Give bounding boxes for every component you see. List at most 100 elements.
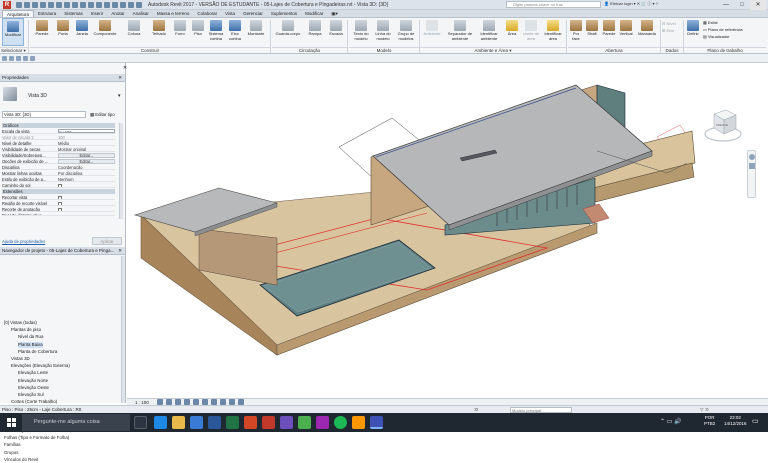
- ribbon-minimize-icon[interactable]: ▣▾: [327, 10, 342, 17]
- minimize-button[interactable]: —: [718, 0, 734, 10]
- tag-room-button[interactable]: Identificar ambiente: [476, 18, 502, 46]
- text-icon[interactable]: [88, 2, 94, 8]
- tree-item[interactable]: Planta de Cobertura: [18, 349, 57, 355]
- ref-plane-button[interactable]: ▭ Plano de referência: [703, 27, 743, 32]
- notifications-icon[interactable]: ▭: [752, 417, 759, 425]
- properties-help-link[interactable]: Ajuda de propriedades: [2, 239, 45, 244]
- app-icon[interactable]: [352, 416, 365, 429]
- excel-icon[interactable]: [226, 416, 239, 429]
- tree-item[interactable]: Vistas 3D: [11, 356, 30, 362]
- tag-area-button[interactable]: Identificar área: [541, 18, 565, 46]
- grid-button[interactable]: ⊞ Eixo: [662, 28, 674, 33]
- edit-display-options-button[interactable]: Editar...: [58, 159, 115, 164]
- floor-button[interactable]: Piso: [190, 18, 206, 46]
- select-pinned-icon[interactable]: [16, 55, 21, 61]
- app-icon[interactable]: [316, 416, 329, 429]
- start-button[interactable]: [0, 413, 22, 432]
- show-workplane-button[interactable]: ▦ Exibir: [703, 20, 718, 25]
- tree-item[interactable]: Elevação Sul: [18, 392, 44, 398]
- tree-item[interactable]: Elevação Oeste: [18, 385, 49, 391]
- clock[interactable]: 23:02 14/12/2016: [724, 415, 747, 427]
- area-button[interactable]: Área: [503, 18, 521, 46]
- system-tray-icons[interactable]: ⌃ ▭ 🔊: [660, 418, 682, 425]
- section-graficos[interactable]: Gráficos: [2, 123, 115, 129]
- set-workplane-button[interactable]: Definir: [685, 18, 701, 46]
- revit-logo-icon[interactable]: R: [3, 1, 11, 9]
- component-button[interactable]: Componente: [92, 18, 118, 46]
- spotify-icon[interactable]: [334, 416, 347, 429]
- switch-windows-icon[interactable]: [128, 2, 134, 8]
- ramp-button[interactable]: Rampa: [305, 18, 325, 46]
- language-indicator[interactable]: POR PTB2: [704, 415, 715, 427]
- edit-type-button[interactable]: ▦ Editar tipo: [90, 111, 120, 118]
- crop-visible-checkbox[interactable]: [58, 201, 62, 206]
- door-button[interactable]: Porta: [54, 18, 72, 46]
- tab-sistemas[interactable]: Sistemas: [60, 10, 87, 17]
- task-view-icon[interactable]: [134, 416, 147, 429]
- group-ambiente-area[interactable]: Ambiente e Área ▾: [420, 47, 566, 53]
- open-icon[interactable]: [16, 2, 22, 8]
- tree-item[interactable]: [0] Vistas (todas): [4, 320, 37, 326]
- select-dropdown[interactable]: Selecionar ▾: [0, 47, 28, 53]
- shaft-button[interactable]: Shaft: [584, 18, 600, 46]
- cortana-search[interactable]: Pergunte-me alguma coisa: [22, 414, 130, 431]
- measure-icon[interactable]: [64, 2, 70, 8]
- revit-taskbar-icon[interactable]: [370, 416, 383, 429]
- close-hidden-icon[interactable]: [120, 2, 126, 8]
- maximize-button[interactable]: □: [734, 0, 750, 10]
- prop-value[interactable]: Coordenação: [58, 165, 115, 169]
- mullion-button[interactable]: Montante: [245, 18, 267, 46]
- tree-item[interactable]: Nível da Rua: [18, 334, 43, 340]
- edge-browser-icon[interactable]: [154, 416, 167, 429]
- wall-button[interactable]: Parede: [32, 18, 52, 46]
- tree-item[interactable]: Vínculos do Revit: [4, 457, 38, 463]
- tree-item[interactable]: Plantas de piso: [11, 327, 41, 333]
- powerpoint-icon[interactable]: [244, 416, 257, 429]
- print-icon[interactable]: [56, 2, 62, 8]
- view-close-icon[interactable]: ✕: [123, 65, 127, 71]
- tab-anotar[interactable]: Anotar: [107, 10, 128, 17]
- autocad-icon[interactable]: [262, 416, 275, 429]
- model-line-button[interactable]: Linha do modelo: [373, 18, 393, 46]
- close-icon[interactable]: ✕: [118, 247, 122, 255]
- railing-button[interactable]: Guarda-corpo: [273, 18, 303, 46]
- qat-dropdown-icon[interactable]: [136, 2, 142, 8]
- zoom-icon[interactable]: [748, 163, 755, 169]
- prop-value[interactable]: Mostrar original: [58, 147, 115, 151]
- view-scale[interactable]: 1 : 100: [135, 400, 149, 405]
- 3d-viewport[interactable]: [127, 63, 768, 398]
- tag-icon[interactable]: [80, 2, 86, 8]
- column-button[interactable]: Coluna: [124, 18, 144, 46]
- edit-visibility-button[interactable]: Editar...: [58, 153, 115, 158]
- file-explorer-icon[interactable]: [172, 416, 185, 429]
- select-by-face-icon[interactable]: [23, 55, 28, 61]
- save-icon[interactable]: [24, 2, 30, 8]
- instance-selector[interactable]: Vista 3D: {3D}: [2, 111, 86, 118]
- vertical-opening-button[interactable]: Vertical: [617, 18, 635, 46]
- tab-colaborar[interactable]: Colaborar: [193, 10, 221, 17]
- redo-icon[interactable]: [48, 2, 54, 8]
- tab-massa[interactable]: Massa e terreno: [153, 10, 194, 17]
- opening-by-face-button[interactable]: Por face: [569, 18, 583, 46]
- type-dropdown-icon[interactable]: ▾: [118, 93, 121, 99]
- word-icon[interactable]: [208, 416, 221, 429]
- app-icon[interactable]: [280, 416, 293, 429]
- roof-button[interactable]: Telhado: [149, 18, 169, 46]
- 3d-view-icon[interactable]: [96, 2, 102, 8]
- tree-item[interactable]: Planta Baixa: [18, 341, 43, 348]
- app-icon[interactable]: [298, 416, 311, 429]
- tab-analisar[interactable]: Analisar: [129, 10, 153, 17]
- steering-wheel-icon[interactable]: [748, 154, 755, 160]
- close-button[interactable]: ✕: [750, 0, 766, 10]
- close-icon[interactable]: ✕: [118, 74, 122, 82]
- tab-arquitetura[interactable]: Arquitetura: [2, 10, 35, 17]
- navigation-bar[interactable]: [747, 150, 756, 198]
- window-button[interactable]: Janela: [73, 18, 91, 46]
- tree-item[interactable]: Elevações (Elevação Externa): [11, 363, 70, 369]
- tab-vista[interactable]: Vista: [221, 10, 239, 17]
- section-icon[interactable]: [104, 2, 110, 8]
- drag-elements-icon[interactable]: [30, 55, 35, 61]
- select-links-icon[interactable]: [2, 55, 7, 61]
- ceiling-button[interactable]: Forro: [171, 18, 189, 46]
- modify-button[interactable]: Modificar: [2, 18, 24, 46]
